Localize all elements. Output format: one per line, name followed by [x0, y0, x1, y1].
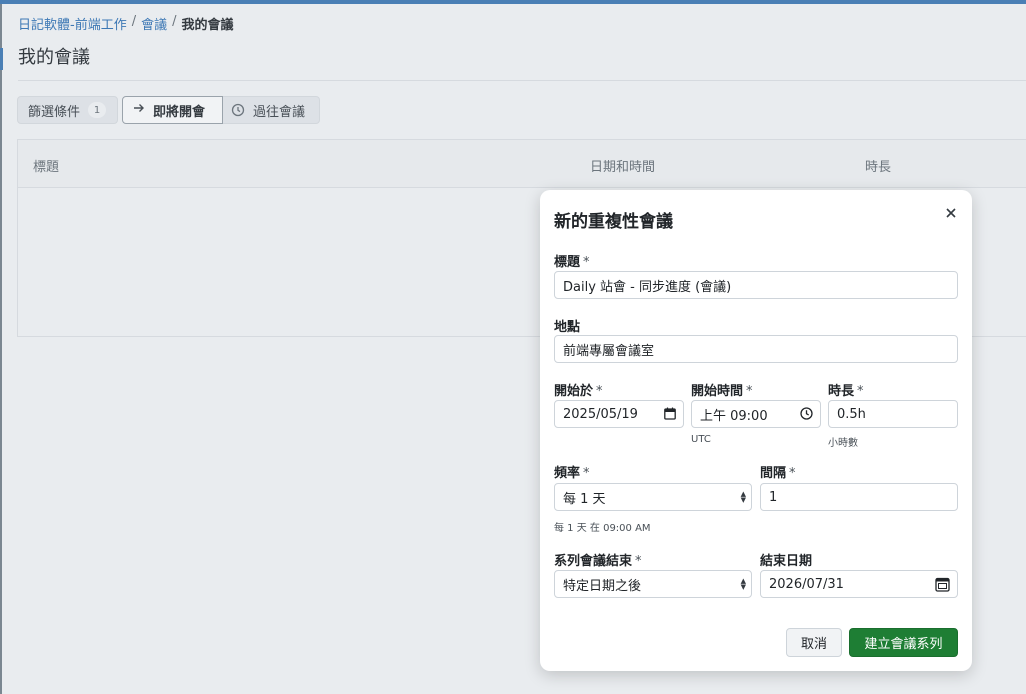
filter-label: 篩選條件 [28, 104, 81, 120]
title-input-value: Daily 站會 - 同步進度 (會議) [563, 279, 732, 295]
end-date-label-text: 結束日期 [760, 554, 813, 569]
header-divider [18, 80, 1026, 81]
title-label: 標題 * [554, 251, 590, 270]
frequency-label-text: 頻率 [554, 466, 581, 481]
required-mark: * [857, 384, 864, 399]
breadcrumb-project-link[interactable]: 日記軟體-前端工作 [18, 14, 127, 33]
filter-count-badge: 1 [88, 102, 107, 118]
duration-value: 0.5h [837, 406, 866, 422]
title-input[interactable]: Daily 站會 - 同步進度 (會議) [554, 271, 958, 299]
left-accent-marker [0, 48, 3, 70]
location-label-text: 地點 [554, 320, 581, 335]
create-series-button[interactable]: 建立會議系列 [849, 628, 958, 657]
start-date-input[interactable]: 2025/05/19 [554, 400, 684, 428]
end-date-value: 2026/07/31 [769, 576, 844, 592]
tab-upcoming-label: 即將開會 [153, 104, 206, 120]
column-header-title[interactable]: 標題 [33, 156, 59, 175]
column-header-duration[interactable]: 時長 [865, 156, 891, 175]
dialog-title: 新的重複性會議 [554, 212, 673, 232]
frequency-value: 每 1 天 [563, 491, 606, 507]
duration-label: 時長 * [828, 380, 864, 399]
calendar-icon[interactable] [664, 407, 676, 424]
required-mark: * [746, 384, 753, 399]
duration-input[interactable]: 0.5h [828, 400, 958, 428]
history-icon [231, 103, 245, 117]
location-input-value: 前端專屬會議室 [563, 343, 655, 359]
frequency-label: 頻率 * [554, 462, 590, 481]
required-mark: * [583, 466, 590, 481]
start-date-label-text: 開始於 [554, 384, 594, 399]
location-label: 地點 [554, 316, 580, 335]
tab-upcoming[interactable]: 即將開會 [122, 96, 223, 124]
start-date-value: 2025/05/19 [563, 406, 638, 422]
top-accent-bar [0, 0, 1026, 4]
timezone-hint: UTC [691, 434, 711, 445]
select-arrows-icon: ▲ ▼ [740, 490, 746, 504]
recurring-meeting-dialog: 新的重複性會議 標題 * Daily 站會 - 同步進度 (會議) 地點 前端專屬… [540, 190, 972, 671]
column-header-datetime[interactable]: 日期和時間 [590, 156, 655, 175]
duration-label-text: 時長 [828, 384, 855, 399]
start-time-value: 上午 09:00 [700, 408, 768, 424]
breadcrumb-separator: / [131, 14, 137, 29]
tab-past-label: 過往會議 [253, 104, 306, 120]
left-edge-bar [0, 4, 2, 694]
required-mark: * [583, 255, 590, 270]
title-label-text: 標題 [554, 255, 581, 270]
arrow-right-icon [133, 102, 145, 118]
end-date-label: 結束日期 [760, 550, 812, 569]
breadcrumb: 日記軟體-前端工作 / 會議 / 我的會議 [18, 14, 234, 33]
required-mark: * [789, 466, 796, 481]
page-title: 我的會議 [18, 47, 90, 68]
location-input[interactable]: 前端專屬會議室 [554, 335, 958, 363]
breadcrumb-meetings-link[interactable]: 會議 [141, 14, 167, 33]
start-time-label-text: 開始時間 [691, 384, 744, 399]
table-header: 標題 日期和時間 時長 [18, 140, 1026, 188]
filter-button[interactable]: 篩選條件 1 [17, 96, 118, 124]
start-time-input[interactable]: 上午 09:00 [691, 400, 821, 428]
start-date-label: 開始於 * [554, 380, 603, 399]
cancel-button[interactable]: 取消 [786, 628, 842, 657]
breadcrumb-current: 我的會議 [181, 18, 234, 33]
series-end-label: 系列會議結束 * [554, 550, 642, 569]
clock-icon[interactable] [800, 407, 813, 424]
required-mark: * [635, 554, 642, 569]
close-icon[interactable] [944, 203, 958, 222]
meeting-tabs: 篩選條件 1 即將開會 過往會議 [17, 96, 320, 124]
select-arrows-icon: ▲ ▼ [740, 577, 746, 591]
start-time-label: 開始時間 * [691, 380, 753, 399]
tab-past[interactable]: 過往會議 [223, 96, 320, 124]
calendar-icon[interactable] [935, 577, 950, 596]
required-mark: * [596, 384, 603, 399]
interval-input[interactable]: 1 [760, 483, 958, 511]
duration-hint: 小時數 [828, 438, 858, 449]
interval-label: 間隔 * [760, 462, 796, 481]
interval-label-text: 間隔 [760, 466, 787, 481]
series-end-value: 特定日期之後 [563, 578, 642, 594]
end-date-input[interactable]: 2026/07/31 [760, 570, 958, 598]
series-end-label-text: 系列會議結束 [554, 554, 633, 569]
frequency-select[interactable]: 每 1 天 ▲ ▼ [554, 483, 752, 511]
frequency-summary: 每 1 天 在 09:00 AM [554, 523, 651, 534]
interval-value: 1 [769, 489, 778, 505]
series-end-select[interactable]: 特定日期之後 ▲ ▼ [554, 570, 752, 598]
breadcrumb-separator: / [172, 14, 177, 29]
